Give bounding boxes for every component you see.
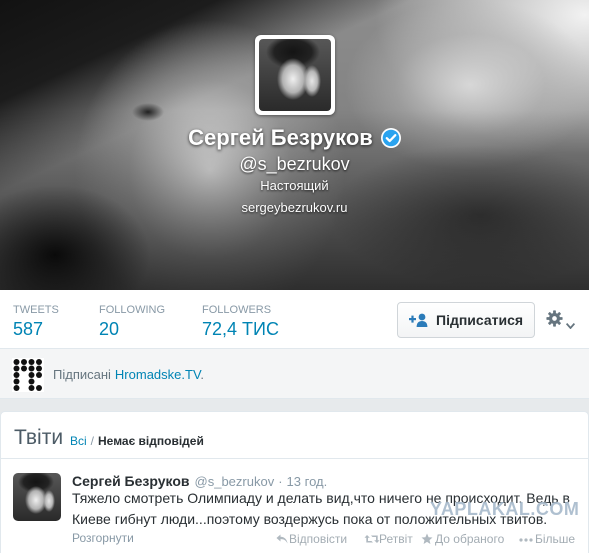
follow-button[interactable]: Підписатися bbox=[397, 302, 535, 338]
stat-label: FOLLOWING bbox=[99, 304, 166, 316]
profile-avatar[interactable] bbox=[255, 35, 335, 115]
followed-by-prefix: Підписані bbox=[53, 367, 111, 382]
gear-icon bbox=[546, 310, 563, 327]
filter-no-replies: Немає відповідей bbox=[98, 434, 204, 448]
profile-bio: Настоящий bbox=[260, 178, 329, 193]
profile-handle[interactable]: @s_bezrukov bbox=[0, 153, 589, 175]
retweet-icon bbox=[364, 535, 380, 543]
stat-label: TWEETS bbox=[13, 304, 59, 316]
stat-followers[interactable]: FOLLOWERS 72,4 ТИС bbox=[202, 304, 279, 340]
stat-value: 20 bbox=[99, 319, 120, 339]
followed-by-strip: Підписані Hromadske.TV. bbox=[0, 349, 589, 399]
follow-button-label: Підписатися bbox=[436, 312, 524, 328]
stat-tweets[interactable]: TWEETS 587 bbox=[13, 304, 59, 340]
tweet-timestamp[interactable]: 13 год. bbox=[287, 474, 328, 489]
chevron-down-icon bbox=[565, 316, 576, 330]
star-icon bbox=[421, 533, 433, 544]
reply-label: Відповісти bbox=[289, 532, 348, 546]
profile-page: Сергей Безруков @s_bezrukov Настоящий se… bbox=[0, 0, 589, 553]
timeline-title: Твіти bbox=[14, 426, 64, 449]
filter-separator: / bbox=[90, 434, 95, 448]
reply-icon bbox=[276, 534, 288, 544]
filter-all-link[interactable]: Всі bbox=[70, 434, 87, 448]
followed-by-account-link[interactable]: Hromadske.TV bbox=[115, 367, 201, 382]
more-label: Більше bbox=[535, 532, 576, 546]
person-plus-icon bbox=[409, 313, 429, 327]
followed-by-text: Підписані Hromadske.TV. bbox=[53, 367, 204, 383]
profile-name[interactable]: Сергей Безруков bbox=[188, 124, 373, 152]
site-watermark: YAPLAKAL.COM bbox=[430, 499, 580, 519]
name-row: Сергей Безруков bbox=[0, 124, 589, 152]
retweet-action[interactable]: Ретвіт bbox=[364, 532, 419, 546]
stat-value: 587 bbox=[13, 319, 44, 339]
tweets-timeline: Твіти Всі / Немає відповідей Сергей Безрук… bbox=[0, 411, 589, 553]
timeline-filters: Всі / Немає відповідей bbox=[70, 433, 204, 449]
avatar-image bbox=[259, 39, 331, 111]
followed-by-suffix: . bbox=[200, 367, 205, 382]
more-action[interactable]: Більше bbox=[519, 532, 579, 546]
retweet-label: Ретвіт bbox=[379, 532, 413, 546]
tweet-dot-separator: · bbox=[278, 474, 283, 489]
reply-action[interactable]: Відповісти bbox=[276, 532, 356, 546]
tweet-author-handle[interactable]: @s_bezrukov bbox=[195, 474, 275, 489]
profile-url-link[interactable]: sergeybezrukov.ru bbox=[0, 200, 589, 216]
divider bbox=[1, 458, 588, 459]
stat-following[interactable]: FOLLOWING 20 bbox=[99, 304, 165, 340]
more-dots-icon bbox=[519, 538, 533, 542]
tweet-expand-link[interactable]: Розгорнути bbox=[72, 531, 134, 545]
profile-stats-bar: TWEETS 587 FOLLOWING 20 FOLLOWERS 72,4 Т… bbox=[0, 290, 589, 349]
favorite-action[interactable]: До обраного bbox=[421, 532, 506, 546]
user-actions-dropdown[interactable] bbox=[546, 310, 578, 330]
tweet-author-name[interactable]: Сергей Безруков bbox=[72, 473, 190, 489]
stat-value: 72,4 ТИС bbox=[202, 319, 279, 339]
verified-badge-icon bbox=[380, 128, 401, 148]
hromadske-logo-icon[interactable] bbox=[12, 358, 44, 392]
stat-label: FOLLOWERS bbox=[202, 304, 272, 316]
tweet-author-avatar[interactable] bbox=[13, 473, 61, 521]
profile-header: Сергей Безруков @s_bezrukov Настоящий se… bbox=[0, 0, 589, 290]
favorite-label: До обраного bbox=[435, 532, 505, 546]
